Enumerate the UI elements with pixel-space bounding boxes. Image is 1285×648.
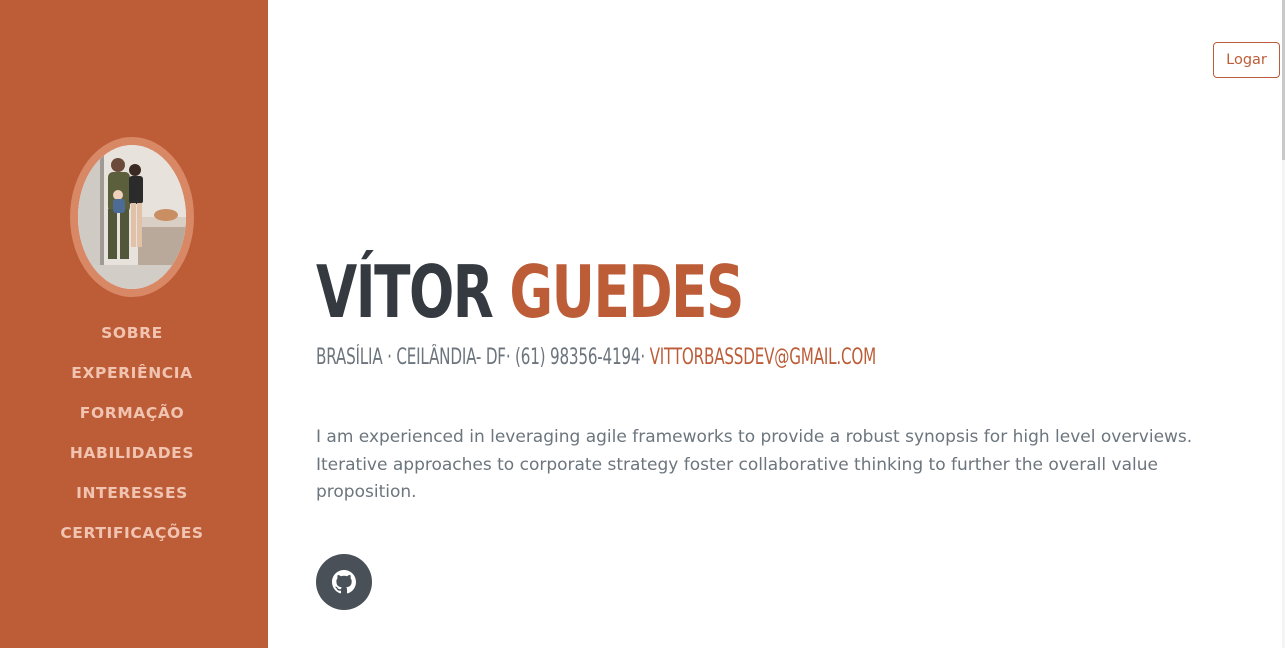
nav-link-experiencia[interactable]: EXPERIÊNCIA: [71, 364, 193, 382]
page-title: VÍTOR GUEDES: [316, 250, 744, 334]
sidebar-nav: SOBRE EXPERIÊNCIA FORMAÇÃO HABILIDADES I…: [0, 316, 264, 556]
nav-item-certificacoes[interactable]: CERTIFICAÇÕES: [0, 516, 264, 556]
bio-paragraph: I am experienced in leveraging agile fra…: [316, 427, 1193, 502]
avatar-photo: [78, 145, 186, 289]
nav-item-habilidades[interactable]: HABILIDADES: [0, 436, 264, 476]
nav-link-interesses[interactable]: INTERESSES: [76, 484, 188, 502]
contact-info: BRASÍLIA · CEILÂNDIA- DF· (61) 98356-419…: [316, 344, 876, 372]
nav-link-certificacoes[interactable]: CERTIFICAÇÕES: [60, 524, 203, 542]
email-link[interactable]: VITTORBASSDEV@GMAIL.COM: [650, 345, 877, 370]
nav-item-experiencia[interactable]: EXPERIÊNCIA: [0, 356, 264, 396]
avatar: [78, 145, 186, 289]
last-name: GUEDES: [509, 250, 744, 334]
sidebar: SOBRE EXPERIÊNCIA FORMAÇÃO HABILIDADES I…: [0, 0, 268, 648]
github-icon: [332, 570, 356, 594]
first-name: VÍTOR: [316, 250, 494, 334]
github-button[interactable]: [316, 554, 372, 610]
location-phone: BRASÍLIA · CEILÂNDIA- DF· (61) 98356-419…: [316, 345, 645, 370]
nav-item-formacao[interactable]: FORMAÇÃO: [0, 396, 264, 436]
login-button[interactable]: Logar: [1213, 42, 1280, 78]
avatar-ring: [70, 137, 194, 297]
nav-item-sobre[interactable]: SOBRE: [0, 316, 264, 356]
nav-link-sobre[interactable]: SOBRE: [101, 324, 163, 342]
nav-link-formacao[interactable]: FORMAÇÃO: [80, 404, 184, 422]
nav-item-interesses[interactable]: INTERESSES: [0, 476, 264, 516]
nav-link-habilidades[interactable]: HABILIDADES: [70, 444, 194, 462]
